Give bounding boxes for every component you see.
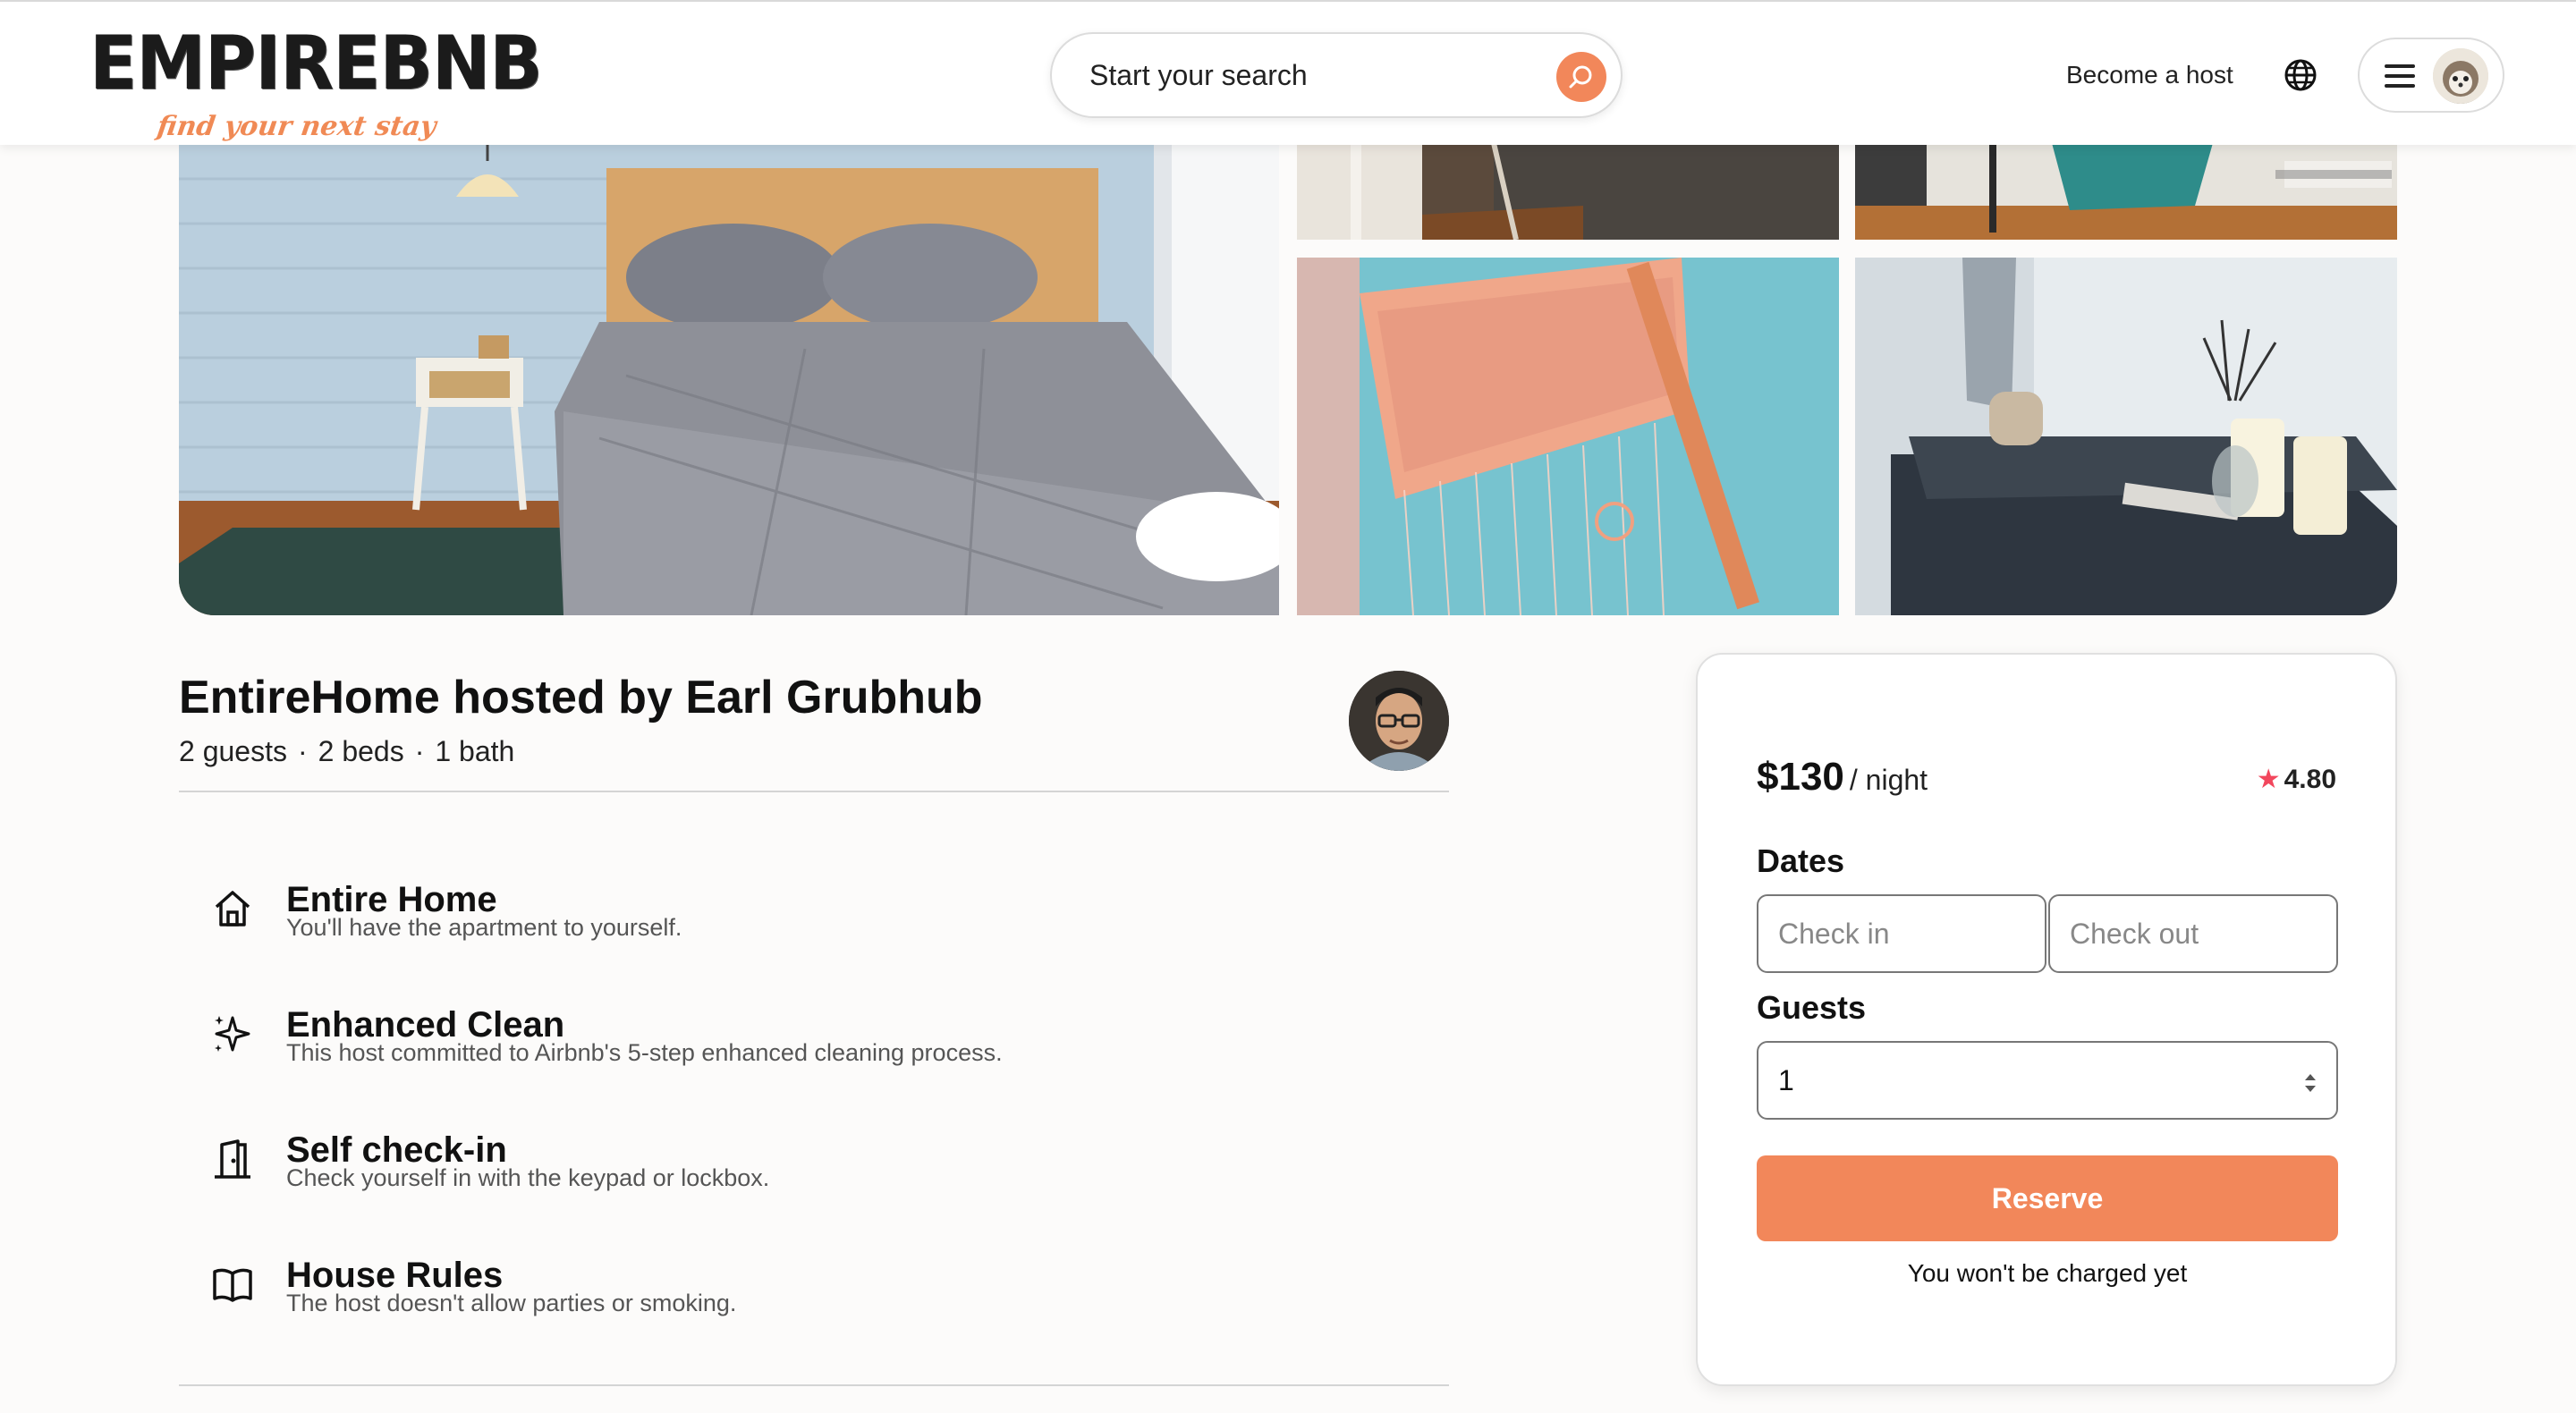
- guest-count: 2 guests: [179, 735, 287, 767]
- separator-dot: ·: [414, 735, 425, 767]
- listing-summary: 2 guests · 2 beds · 1 bath: [179, 735, 514, 768]
- charge-note: You won't be charged yet: [1907, 1259, 2188, 1287]
- feature-description: This host committed to Airbnb's 5-step e…: [286, 1039, 1003, 1066]
- gallery-photo-room-detail[interactable]: [1297, 143, 1839, 240]
- dates-label: Dates: [1757, 842, 1845, 879]
- photo-gallery: [179, 143, 2397, 615]
- booking-card: $130/ night ★ 4.80 Dates Check in Check o…: [1696, 653, 2397, 1386]
- user-menu-button[interactable]: [2358, 38, 2504, 113]
- logo-text: EMPIREBNB: [89, 21, 543, 107]
- reserve-button[interactable]: Reserve: [1757, 1155, 2338, 1241]
- feature-description: The host doesn't allow parties or smokin…: [286, 1290, 737, 1316]
- rating-value: 4.80: [2284, 765, 2336, 794]
- bath-count: 1 bath: [435, 735, 515, 767]
- gallery-photo-bedroom[interactable]: [179, 143, 1279, 615]
- price-amount: $130: [1757, 755, 1844, 799]
- stepper-arrows-icon[interactable]: [2302, 1070, 2318, 1096]
- listing-rating: ★ 4.80: [2257, 764, 2336, 795]
- guests-label: Guests: [1757, 989, 1867, 1026]
- feature-enhanced-clean: Enhanced Clean This host committed to Ai…: [211, 1005, 1374, 1079]
- top-nav-bar: EMPIREBNB find your next stay Start your…: [0, 0, 2576, 145]
- feature-house-rules: House Rules The host doesn't allow parti…: [211, 1256, 1374, 1329]
- check-out-field[interactable]: Check out: [2048, 894, 2338, 973]
- user-avatar: [2433, 48, 2488, 104]
- section-divider: [179, 1384, 1449, 1386]
- gallery-photo-vanity[interactable]: [1855, 258, 2397, 615]
- separator-dot: ·: [297, 735, 308, 767]
- star-icon: ★: [2256, 765, 2281, 794]
- search-button[interactable]: [1556, 52, 1606, 102]
- search-bar[interactable]: Start your search: [1050, 32, 1623, 118]
- guests-value: 1: [1778, 1064, 1794, 1096]
- host-avatar[interactable]: [1349, 671, 1449, 771]
- globe-icon[interactable]: [2283, 57, 2318, 93]
- check-in-field[interactable]: Check in: [1757, 894, 2046, 973]
- guests-input[interactable]: 1: [1757, 1041, 2338, 1120]
- feature-entire-home: Entire Home You'll have the apartment to…: [211, 880, 1374, 953]
- feature-description: You'll have the apartment to yourself.: [286, 914, 682, 941]
- gallery-photo-shower[interactable]: [1297, 258, 1839, 615]
- become-host-link[interactable]: Become a host: [2066, 61, 2233, 89]
- search-placeholder: Start your search: [1089, 59, 1308, 91]
- home-icon: [215, 891, 250, 926]
- gallery-photo-living-corner[interactable]: [1855, 143, 2397, 240]
- bed-count: 2 beds: [318, 735, 404, 767]
- listing-title: EntireHome hosted by Earl Grubhub: [179, 672, 983, 723]
- book-icon: [213, 1268, 252, 1302]
- search-icon: [1569, 65, 1592, 89]
- feature-description: Check yourself in with the keypad or loc…: [286, 1164, 770, 1191]
- menu-icon: [2385, 64, 2415, 88]
- price-unit: / night: [1849, 764, 1928, 796]
- door-icon: [215, 1139, 250, 1179]
- logo-tagline: find your next stay: [155, 111, 438, 142]
- brand-logo[interactable]: EMPIREBNB find your next stay: [89, 21, 543, 152]
- section-divider: [179, 791, 1449, 792]
- nightly-price: $130/ night: [1757, 755, 1928, 800]
- feature-self-check-in: Self check-in Check yourself in with the…: [211, 1130, 1374, 1204]
- sparkle-icon: [215, 1016, 250, 1052]
